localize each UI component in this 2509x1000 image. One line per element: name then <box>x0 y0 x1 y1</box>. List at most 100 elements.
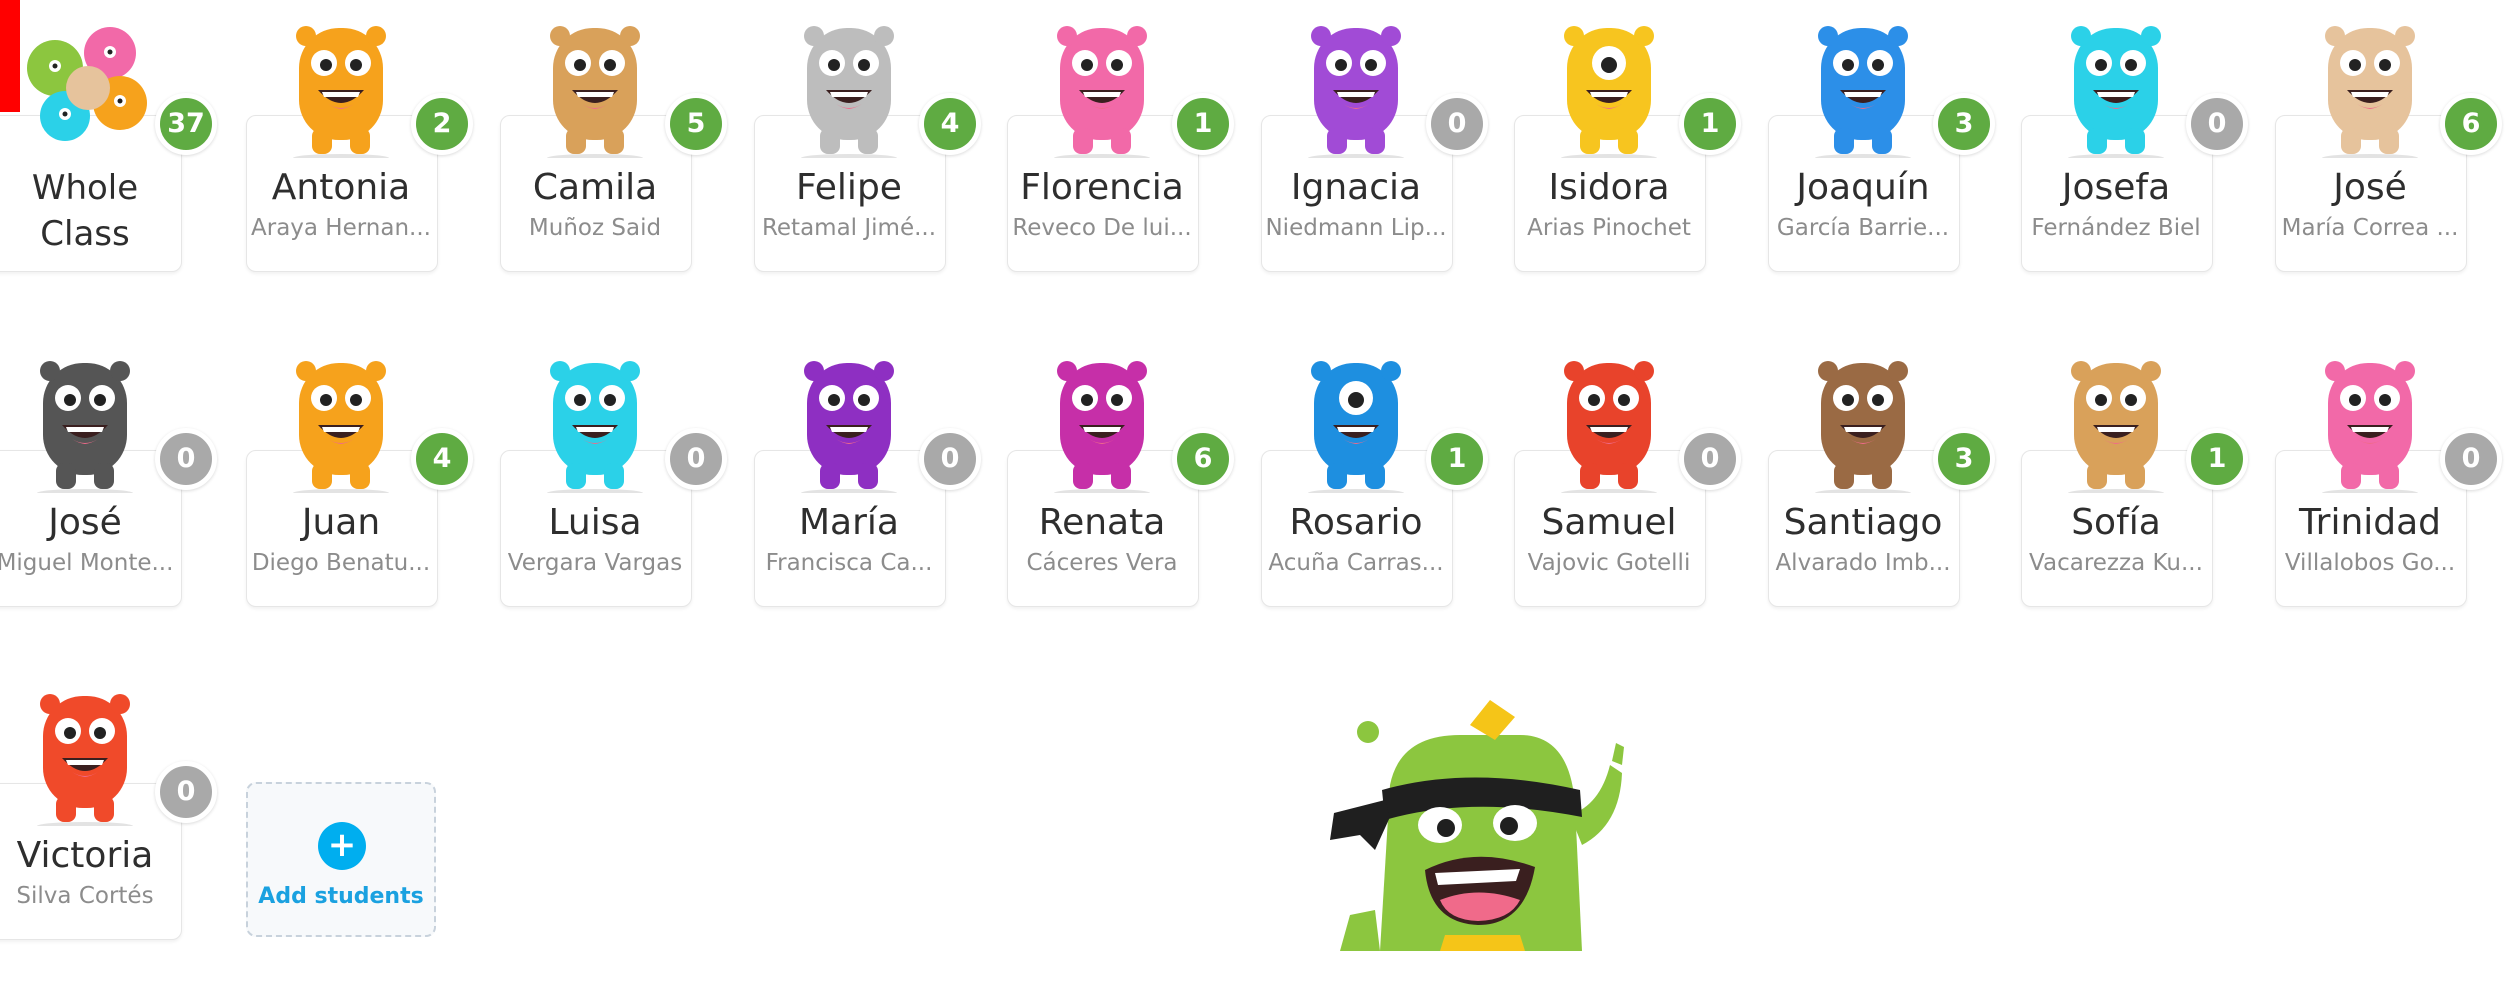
monster-avatar[interactable] <box>266 343 416 493</box>
student-tile[interactable]: 0 José Miguel Monte... <box>0 335 244 667</box>
student-first-name: Joaquín <box>1796 167 1930 208</box>
student-tile[interactable]: 6 José María Correa ... <box>2275 0 2509 332</box>
student-first-name: Antonia <box>271 167 411 208</box>
points-badge[interactable]: 0 <box>1679 428 1741 490</box>
student-tile[interactable]: 1 Sofía Vacarezza Ku... <box>2021 335 2275 667</box>
student-first-name: Camila <box>532 167 658 208</box>
monster-avatar[interactable] <box>1027 343 1177 493</box>
monster-avatar[interactable] <box>1534 343 1684 493</box>
monster-avatar[interactable] <box>2041 8 2191 158</box>
points-badge[interactable]: 1 <box>1679 93 1741 155</box>
points-badge[interactable]: 4 <box>411 428 473 490</box>
student-last-name: Villalobos Go... <box>2284 550 2456 576</box>
student-first-name: Sofía <box>2071 502 2161 543</box>
points-badge[interactable]: 3 <box>1933 428 1995 490</box>
points-badge[interactable]: 5 <box>665 93 727 155</box>
monster-avatar[interactable] <box>2041 343 2191 493</box>
student-tile[interactable]: 4 Felipe Retamal Jimé... <box>754 0 1008 332</box>
monster-avatar[interactable] <box>1534 8 1684 158</box>
student-first-name: José <box>2333 167 2407 208</box>
student-first-name: José <box>48 502 122 543</box>
monster-avatar[interactable] <box>774 8 924 158</box>
monster-avatar[interactable] <box>10 676 160 826</box>
student-tile[interactable]: 6 Renata Cáceres Vera <box>1007 335 1261 667</box>
student-last-name: Reveco De lui... <box>1012 215 1192 241</box>
student-last-name: Silva Cortés <box>16 883 154 909</box>
monster-avatar[interactable] <box>2295 8 2445 158</box>
student-last-name: María Correa ... <box>2281 215 2459 241</box>
student-tile[interactable]: 0 María Francisca Ca... <box>754 335 1008 667</box>
points-badge[interactable]: 6 <box>1172 428 1234 490</box>
student-last-name: Vajovic Gotelli <box>1527 550 1691 576</box>
student-last-name: Araya Hernan... <box>251 215 431 241</box>
monster-avatar[interactable] <box>1788 8 1938 158</box>
student-first-name: Trinidad <box>2298 502 2442 543</box>
student-tile[interactable]: 0 Trinidad Villalobos Go... <box>2275 335 2509 667</box>
student-first-name: Juan <box>301 502 381 543</box>
student-last-name: Fernández Biel <box>2031 215 2201 241</box>
points-badge[interactable]: 1 <box>2186 428 2248 490</box>
student-last-name: Arias Pinochet <box>1527 215 1691 241</box>
student-tile[interactable]: 0 Josefa Fernández Biel <box>2021 0 2275 332</box>
points-badge[interactable]: 4 <box>919 93 981 155</box>
student-last-name: Cáceres Vera <box>1026 550 1178 576</box>
monster-avatar[interactable] <box>1027 8 1177 158</box>
monster-avatar[interactable] <box>1788 343 1938 493</box>
points-badge[interactable]: 0 <box>155 428 217 490</box>
monster-avatar[interactable] <box>1281 343 1431 493</box>
points-badge[interactable]: 1 <box>1172 93 1234 155</box>
monster-avatar[interactable] <box>520 343 670 493</box>
student-tile[interactable]: 5 Camila Muñoz Said <box>500 0 754 332</box>
monster-avatar[interactable] <box>520 8 670 158</box>
student-last-name: Acuña Carras... <box>1268 550 1444 576</box>
points-badge[interactable]: 0 <box>665 428 727 490</box>
student-last-name: Francisca Ca... <box>765 550 933 576</box>
student-last-name: Retamal Jimé... <box>761 215 937 241</box>
student-tile[interactable]: 1 Rosario Acuña Carras... <box>1261 335 1515 667</box>
student-tile[interactable]: 3 Santiago Alvarado Imb... <box>1768 335 2022 667</box>
student-tile[interactable]: 2 Antonia Araya Hernan... <box>246 0 500 332</box>
student-first-name: Victoria <box>16 835 154 876</box>
student-last-name: Alvarado Imb... <box>1775 550 1951 576</box>
student-tile[interactable]: 0 Ignacia Niedmann Lip... <box>1261 0 1515 332</box>
student-first-name: Whole <box>31 168 139 208</box>
student-last-name: García Barrie... <box>1776 215 1950 241</box>
student-tile[interactable]: 4 Juan Diego Benatu... <box>246 335 500 667</box>
points-badge[interactable]: 1 <box>1426 428 1488 490</box>
monster-avatar[interactable] <box>1281 8 1431 158</box>
add-students-label: Add students <box>258 884 424 909</box>
points-badge[interactable]: 0 <box>2440 428 2502 490</box>
student-last-name: Diego Benatu... <box>251 550 431 576</box>
monster-avatar[interactable] <box>10 8 160 158</box>
monster-avatar[interactable] <box>2295 343 2445 493</box>
student-tile[interactable]: 0 Victoria Silva Cortés <box>0 668 244 1000</box>
ninja-monster-mascot <box>1330 700 1624 951</box>
points-badge[interactable]: 0 <box>1426 93 1488 155</box>
points-badge[interactable]: 37 <box>155 93 217 155</box>
add-students-button[interactable]: + Add students <box>246 782 436 937</box>
points-badge[interactable]: 2 <box>411 93 473 155</box>
student-last-name: Class <box>40 214 130 254</box>
student-last-name: Muñoz Said <box>528 215 662 241</box>
student-first-name: Luisa <box>548 502 642 543</box>
student-last-name: Miguel Monte... <box>0 550 174 576</box>
whole-class-tile[interactable]: 37 Whole Class <box>0 0 244 332</box>
student-first-name: Josefa <box>2061 167 2171 208</box>
student-tile[interactable]: 3 Joaquín García Barrie... <box>1768 0 2022 332</box>
monster-avatar[interactable] <box>10 343 160 493</box>
points-badge[interactable]: 3 <box>1933 93 1995 155</box>
student-first-name: Renata <box>1038 502 1166 543</box>
student-tile[interactable]: 0 Samuel Vajovic Gotelli <box>1514 335 1768 667</box>
points-badge[interactable]: 0 <box>2186 93 2248 155</box>
points-badge[interactable]: 6 <box>2440 93 2502 155</box>
student-tile[interactable]: 0 Luisa Vergara Vargas <box>500 335 754 667</box>
monster-avatar[interactable] <box>266 8 416 158</box>
monster-avatar[interactable] <box>774 343 924 493</box>
points-badge[interactable]: 0 <box>155 761 217 823</box>
points-badge[interactable]: 0 <box>919 428 981 490</box>
student-last-name: Vacarezza Ku... <box>2029 550 2203 576</box>
student-last-name: Vergara Vargas <box>507 550 683 576</box>
student-tile[interactable]: 1 Florencia Reveco De lui... <box>1007 0 1261 332</box>
student-first-name: Ignacia <box>1290 167 1422 208</box>
student-tile[interactable]: 1 Isidora Arias Pinochet <box>1514 0 1768 332</box>
